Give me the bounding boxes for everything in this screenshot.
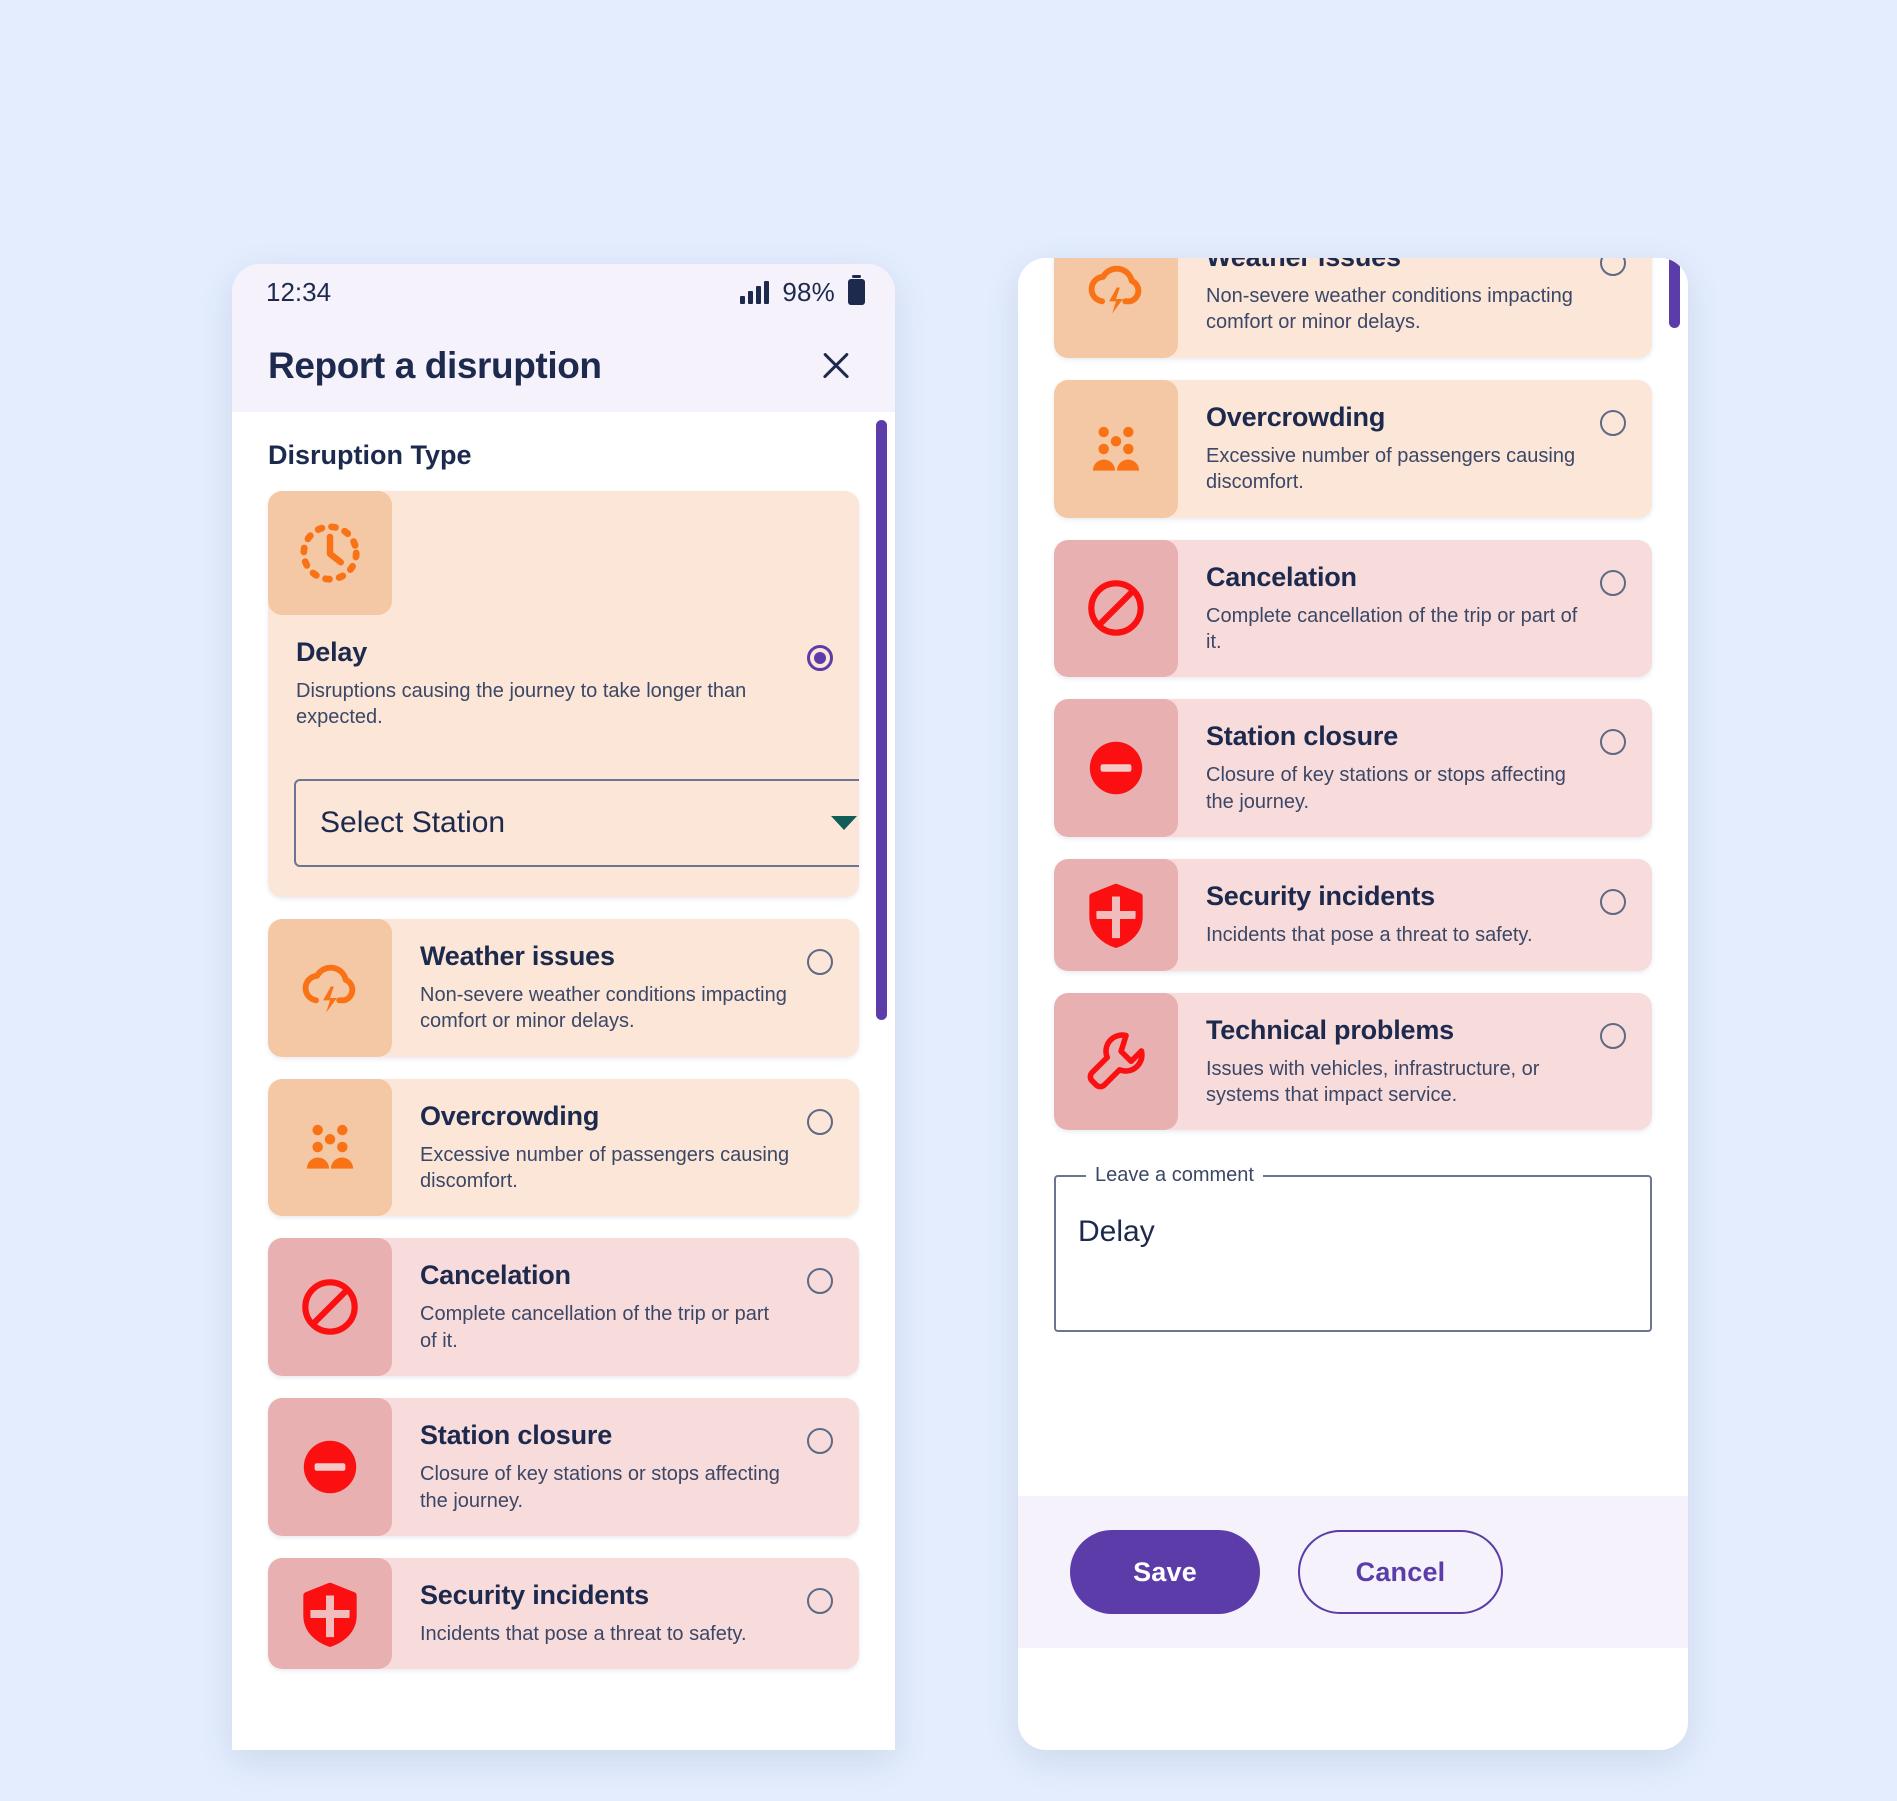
option-description: Closure of key stations or stops affecti… [1206,764,1566,813]
option-radio-station-closure[interactable] [807,1428,833,1455]
option-description: Closure of key stations or stops affecti… [420,1463,780,1512]
option-title: Security incidents [1206,881,1435,912]
option-description: Issues with vehicles, infrastructure, or… [1206,1057,1540,1106]
option-description: Complete cancellation of the trip or par… [1206,604,1578,653]
cancel-button[interactable]: Cancel [1298,1530,1503,1614]
option-card-station-closure[interactable]: Station closure Closure of key stations … [268,1398,859,1536]
comment-field[interactable]: Leave a comment Delay [1054,1164,1652,1333]
option-description: Non-severe weather conditions impacting … [420,983,787,1033]
option-title: Weather issues [1206,258,1584,273]
option-description: Complete cancellation of the trip or par… [420,1303,770,1352]
battery-icon [848,275,865,305]
option-card-overcrowding[interactable]: Overcrowding Excessive number of passeng… [268,1078,859,1217]
option-title: Security incidents [420,1579,649,1610]
comment-legend: Leave a comment [1095,1164,1254,1187]
prohibited-circle-icon [268,1238,392,1377]
left-scroll-area: Disruption Type Delay Disruptions causin… [232,412,895,1750]
option-radio-overcrowding[interactable] [807,1108,833,1135]
station-select[interactable]: Select Station [294,778,859,867]
option-title: Station closure [1206,721,1399,752]
shield-icon [268,1557,392,1670]
option-radio-overcrowding[interactable] [1600,409,1626,436]
option-radio-technical-problems[interactable] [1600,1022,1626,1049]
option-title: Technical problems [1206,1014,1454,1045]
option-description: Incidents that pose a threat to safety. [1206,924,1533,947]
option-card-cancelation[interactable]: Cancelation Complete cancellation of the… [268,1238,859,1377]
scrollbar-thumb-right[interactable] [1669,258,1680,328]
close-icon[interactable] [813,343,859,389]
option-card-weather-issues[interactable]: Weather issues Non-severe weather condit… [268,918,859,1057]
phone-right: Weather issues Non-severe weather condit… [1018,258,1688,1750]
scrollbar-thumb-left[interactable] [876,420,887,1020]
option-title: Delay [296,637,368,667]
cloud-lightning-icon [1054,258,1178,358]
option-title: Cancelation [420,1260,571,1291]
option-radio-cancelation[interactable] [1600,569,1626,596]
footer-actions: Save Cancel [1018,1496,1688,1648]
chevron-down-icon [831,815,857,830]
clock-dashed-icon [268,491,392,615]
option-description: Incidents that pose a threat to safety. [420,1622,747,1645]
option-card-weather-issues[interactable]: Weather issues Non-severe weather condit… [1054,258,1652,358]
prohibited-circle-icon [1054,539,1178,678]
option-card-overcrowding[interactable]: Overcrowding Excessive number of passeng… [1054,379,1652,518]
option-radio-security-incidents[interactable] [807,1587,833,1614]
wrench-icon [1054,992,1178,1131]
option-radio-station-closure[interactable] [1600,729,1626,756]
option-radio-weather-issues[interactable] [807,948,833,975]
option-title: Cancelation [1206,561,1357,592]
option-title: Station closure [420,1420,613,1451]
shield-icon [1054,859,1178,971]
option-description: Excessive number of passengers causing d… [1206,444,1576,494]
option-title: Overcrowding [420,1100,600,1131]
option-title: Weather issues [420,940,615,971]
option-card-station-closure[interactable]: Station closure Closure of key stations … [1054,699,1652,838]
option-description: Excessive number of passengers causing d… [420,1143,790,1192]
app-bar: Report a disruption [232,320,895,412]
option-description: Disruptions causing the journey to take … [296,680,747,729]
battery-percent: 98% [782,276,835,307]
status-time: 12:34 [266,276,332,307]
phone-left: 12:34 98% Report a disruption Disruption… [232,264,895,1750]
screenshot-stage: 12:34 98% Report a disruption Disruption… [0,0,1897,1801]
option-card-security-incidents[interactable]: Security incidents Incidents that pose a… [1054,859,1652,971]
option-card-cancelation[interactable]: Cancelation Complete cancellation of the… [1054,539,1652,678]
option-card-technical-problems[interactable]: Technical problems Issues with vehicles,… [1054,992,1652,1131]
section-label-disruption-type: Disruption Type [268,440,472,470]
option-radio-weather-issues[interactable] [1600,258,1626,276]
page-title: Report a disruption [268,345,602,386]
option-card-security-incidents[interactable]: Security incidents Incidents that pose a… [268,1557,859,1670]
comment-section: Leave a comment Delay [1054,1164,1652,1333]
signal-bars-icon [740,280,770,304]
option-radio-security-incidents[interactable] [1600,889,1626,916]
crowd-people-icon [268,1078,392,1217]
minus-circle-icon [268,1398,392,1536]
status-bar-left: 12:34 98% [232,264,895,320]
save-button[interactable]: Save [1070,1530,1260,1614]
minus-circle-icon [1054,699,1178,838]
option-description: Non-severe weather conditions impacting … [1206,285,1573,334]
option-radio-cancelation[interactable] [807,1268,833,1295]
option-card-delay[interactable]: Delay Disruptions causing the journey to… [268,491,859,897]
right-scroll-area: Weather issues Non-severe weather condit… [1018,258,1688,1496]
option-title: Overcrowding [1206,401,1386,432]
crowd-people-icon [1054,379,1178,518]
station-select-value: Select Station [320,805,506,839]
cloud-lightning-icon [268,918,392,1057]
comment-value[interactable]: Delay [1078,1201,1628,1249]
option-radio-delay[interactable] [807,645,833,671]
